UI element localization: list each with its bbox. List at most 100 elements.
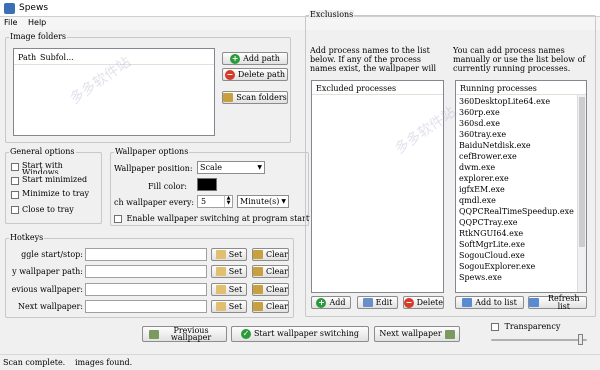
- fill-color-swatch[interactable]: [197, 178, 217, 191]
- hotkey-toggle-set-button[interactable]: Set: [211, 248, 247, 261]
- scrollbar-thumb[interactable]: [579, 97, 585, 247]
- option-close-to-tray[interactable]: Close to tray: [11, 205, 99, 217]
- enable-switching-checkbox[interactable]: [114, 215, 122, 223]
- window-title: Spews: [19, 3, 49, 13]
- list-item[interactable]: 360tray.exe: [459, 130, 506, 139]
- start-with-windows-checkbox[interactable]: [11, 163, 19, 171]
- start-minimized-label: Start minimized: [22, 176, 88, 184]
- add-path-button[interactable]: + Add path: [222, 52, 288, 65]
- start-with-windows-label: Start with Windows: [22, 162, 63, 174]
- hotkey-previous-label: evious wallpaper:: [11, 285, 83, 294]
- status-images-found: images found.: [75, 358, 133, 367]
- exclusions-description-right: You can add process names manually or us…: [453, 46, 586, 73]
- transparency-slider-thumb[interactable]: [578, 334, 583, 345]
- running-header-label: Running processes: [460, 84, 537, 93]
- eraser-icon: [253, 302, 263, 311]
- wallpaper-position-label: Wallpaper position:: [114, 164, 193, 173]
- refresh-icon: [529, 298, 539, 307]
- folder-icon: [223, 93, 234, 102]
- list-item[interactable]: 360rp.exe: [459, 108, 500, 117]
- menu-file[interactable]: File: [4, 18, 17, 27]
- exclusions-legend: Exclusions: [309, 10, 355, 19]
- add-exclusion-button[interactable]: + Add: [311, 296, 351, 309]
- next-wallpaper-button[interactable]: Next wallpaper: [374, 326, 460, 342]
- minimize-to-tray-label: Minimize to tray: [22, 190, 89, 198]
- start-switching-button[interactable]: ✓ Start wallpaper switching: [231, 326, 369, 342]
- delete-path-label: Delete path: [237, 69, 286, 79]
- running-list-scrollbar[interactable]: [577, 95, 586, 292]
- option-start-with-windows[interactable]: Start with Windows: [11, 162, 99, 174]
- minus-icon: −: [224, 69, 235, 80]
- hotkey-copy-path-set-button[interactable]: Set: [211, 265, 247, 278]
- transparency-option[interactable]: Transparency: [491, 322, 560, 331]
- transparency-checkbox[interactable]: [491, 323, 499, 331]
- previous-wallpaper-button[interactable]: Previous wallpaper: [142, 326, 227, 342]
- column-path[interactable]: Path: [18, 53, 36, 62]
- option-start-minimized[interactable]: Start minimized: [11, 176, 99, 188]
- option-minimize-to-tray[interactable]: Minimize to tray: [11, 190, 99, 202]
- hotkey-previous-set-button[interactable]: Set: [211, 283, 247, 296]
- excluded-header-label: Excluded processes: [316, 84, 397, 93]
- hotkey-copy-path-field[interactable]: [85, 265, 207, 278]
- list-item[interactable]: cefBrower.exe: [459, 152, 517, 161]
- eraser-icon: [253, 250, 263, 259]
- interval-unit-value: Minute(s): [240, 197, 280, 206]
- column-subfolders[interactable]: Subfol...: [40, 53, 74, 62]
- app-icon: [4, 3, 15, 14]
- general-options-legend: General options: [9, 147, 76, 156]
- edit-exclusion-button[interactable]: Edit: [357, 296, 398, 309]
- scan-folders-button[interactable]: Scan folders: [222, 91, 288, 104]
- status-text: Scan complete.: [3, 358, 66, 367]
- delete-path-button[interactable]: − Delete path: [222, 68, 288, 81]
- refresh-list-button[interactable]: Refresh list: [528, 294, 587, 310]
- list-item[interactable]: igfxEM.exe: [459, 185, 505, 194]
- minimize-to-tray-checkbox[interactable]: [11, 191, 19, 199]
- folders-list-header: Path Subfol...: [14, 49, 214, 65]
- hotkey-next-clear-button[interactable]: Clear: [252, 300, 289, 313]
- list-item[interactable]: SogouCloud.exe: [459, 251, 525, 260]
- pencil-icon: [362, 298, 373, 307]
- list-item[interactable]: QQPCTray.exe: [459, 218, 518, 227]
- hotkey-previous-clear-button[interactable]: Clear: [252, 283, 289, 296]
- hotkey-copy-path-clear-button[interactable]: Clear: [252, 265, 289, 278]
- list-item[interactable]: QQPCRealTimeSpeedup.exe: [459, 207, 574, 216]
- list-item[interactable]: RtkNGUI64.exe: [459, 229, 523, 238]
- list-item[interactable]: explorer.exe: [459, 174, 509, 183]
- menu-help[interactable]: Help: [28, 18, 46, 27]
- add-path-label: Add path: [243, 53, 280, 63]
- list-item[interactable]: qmdl.exe: [459, 196, 496, 205]
- check-icon: ✓: [240, 329, 251, 339]
- list-item[interactable]: 360sd.exe: [459, 119, 500, 128]
- hotkeys-legend: Hotkeys: [9, 233, 45, 242]
- list-item[interactable]: dwm.exe: [459, 163, 495, 172]
- transparency-slider-track[interactable]: [491, 339, 587, 341]
- wallpaper-position-select[interactable]: Scale ▼: [197, 161, 265, 174]
- eraser-icon: [253, 267, 263, 276]
- exclusions-description-left: Add process names to the list below. If …: [310, 46, 437, 72]
- switch-interval-stepper[interactable]: 5 ▲ ▼: [197, 195, 233, 208]
- hotkey-previous-field[interactable]: [85, 283, 207, 296]
- add-to-list-button[interactable]: Add to list: [455, 296, 524, 309]
- running-processes-list[interactable]: Running processes 360DesktopLite64.exe 3…: [455, 80, 587, 293]
- list-item[interactable]: SoftMgrLite.exe: [459, 240, 525, 249]
- list-item[interactable]: 360DesktopLite64.exe: [459, 97, 550, 106]
- close-to-tray-checkbox[interactable]: [11, 206, 19, 214]
- hotkey-toggle-clear-button[interactable]: Clear: [252, 248, 289, 261]
- plus-icon: +: [230, 53, 241, 64]
- list-item[interactable]: SogouExplorer.exe: [459, 262, 535, 271]
- start-minimized-checkbox[interactable]: [11, 177, 19, 185]
- plus-icon: +: [316, 297, 327, 308]
- folders-list[interactable]: Path Subfol...: [13, 48, 215, 136]
- minus-icon: −: [404, 297, 414, 308]
- list-item[interactable]: Spews.exe: [459, 273, 502, 282]
- keyboard-icon: [215, 302, 226, 311]
- stepper-arrows-icon[interactable]: ▲ ▼: [224, 196, 232, 207]
- hotkey-toggle-field[interactable]: [85, 248, 207, 261]
- enable-switching-option[interactable]: Enable wallpaper switching at program st…: [114, 214, 310, 224]
- interval-unit-select[interactable]: Minute(s) ▼: [237, 195, 289, 208]
- hotkey-next-set-button[interactable]: Set: [211, 300, 247, 313]
- excluded-processes-list[interactable]: Excluded processes: [311, 80, 444, 293]
- list-item[interactable]: BaiduNetdisk.exe: [459, 141, 531, 150]
- hotkey-next-field[interactable]: [85, 300, 207, 313]
- delete-exclusion-button[interactable]: − Delete: [403, 296, 444, 309]
